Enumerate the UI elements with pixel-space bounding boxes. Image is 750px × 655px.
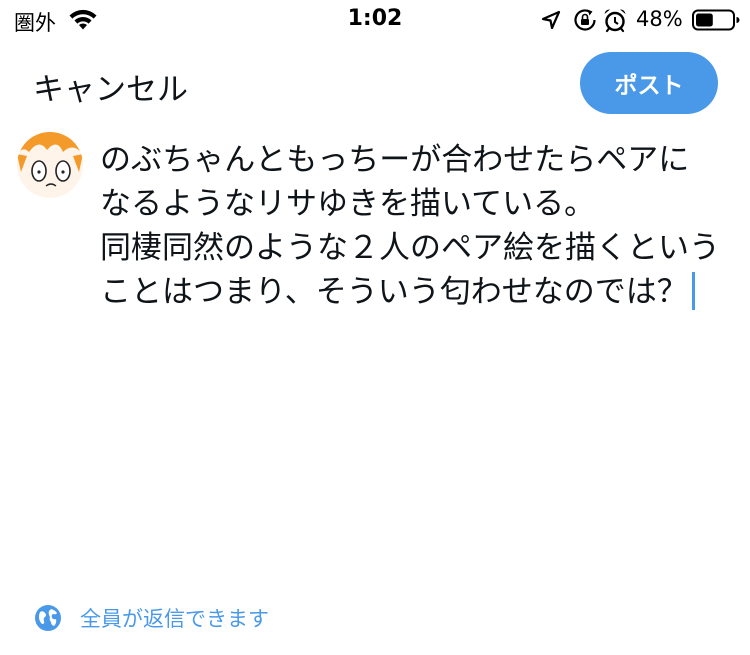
tweet-text-area[interactable]: のぶちゃんともっちーが合わせたらペアに なるようなリサゆきを描いている。 同棲同… [100, 138, 740, 314]
reply-setting-button[interactable]: 全員が返信できます [34, 603, 269, 633]
location-icon [541, 10, 561, 30]
battery-percent: 48% [636, 7, 683, 31]
rotation-lock-icon [574, 9, 596, 31]
compose-screen: 圏外 1:02 48% キャンセル ポスト のぶちゃんともっちーが合わせたらペア… [0, 0, 750, 655]
avatar[interactable] [17, 132, 83, 198]
globe-icon [35, 605, 61, 631]
cancel-button[interactable]: キャンセル [33, 64, 188, 109]
status-bar: 圏外 1:02 48% [0, 0, 750, 40]
reply-setting-label: 全員が返信できます [80, 607, 269, 631]
tweet-text: のぶちゃんともっちーが合わせたらペアに なるようなリサゆきを描いている。 同棲同… [100, 142, 720, 310]
avatar-image [17, 132, 83, 198]
post-button[interactable]: ポスト [580, 52, 718, 114]
battery-icon [692, 9, 740, 31]
text-caret [691, 272, 695, 310]
alarm-icon [604, 9, 626, 33]
